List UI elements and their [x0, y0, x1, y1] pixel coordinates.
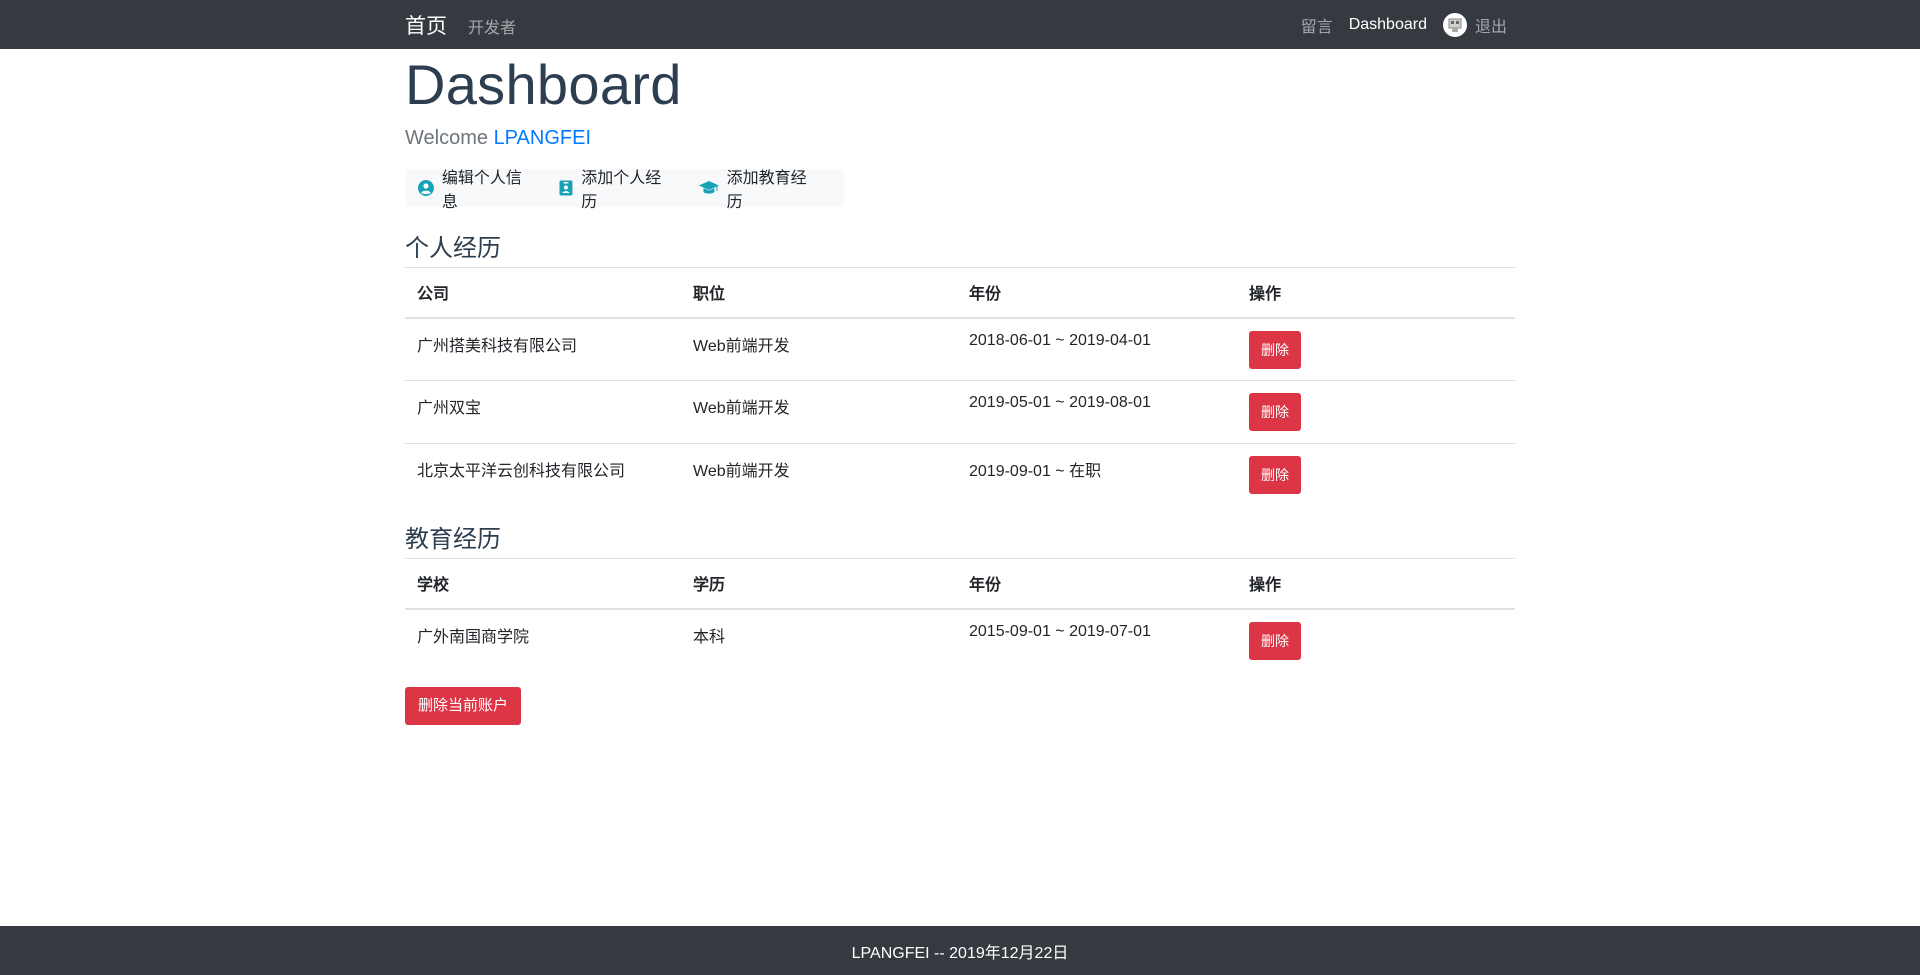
education-table-header: 学校 学历 年份 操作: [405, 558, 1515, 610]
welcome-text: Welcome LPANGFEI: [405, 127, 591, 150]
id-badge-icon: [559, 180, 573, 196]
education-section-title: 教育经历: [405, 526, 501, 553]
action-cell: 删除: [1237, 444, 1515, 507]
experience-section-title: 个人经历: [405, 235, 501, 262]
edit-profile-label: 编辑个人信息: [441, 170, 522, 211]
add-experience-label: 添加个人经历: [581, 170, 662, 211]
nav-right-group: 留言 Dashboard 退出: [1285, 0, 1515, 49]
nav-logout-link[interactable]: 退出: [1475, 13, 1507, 37]
delete-education-button[interactable]: 删除: [1249, 621, 1301, 660]
experience-table: 公司 职位 年份 操作 广州搭美科技有限公司 Web前端开发 2018-06-0…: [405, 267, 1515, 507]
delete-account-button[interactable]: 删除当前账户: [405, 687, 522, 725]
years-cell: 2019-09-01 ~ 在职: [969, 463, 1102, 480]
delete-experience-button[interactable]: 删除: [1249, 456, 1301, 494]
position-cell: Web前端开发: [681, 380, 957, 444]
company-cell: 北京太平洋云创科技有限公司: [417, 463, 626, 480]
years-cell: 2019-05-01 ~ 2019-08-01: [957, 380, 1237, 444]
navbar-inner: 首页 开发者 留言 Dashboard 退出: [405, 0, 1515, 49]
page-title: Dashboard: [405, 53, 682, 116]
user-circle-icon: [418, 180, 434, 196]
edit-profile-button[interactable]: 编辑个人信息: [418, 164, 537, 212]
welcome-username: LPANGFEI: [493, 127, 591, 149]
column-header-school: 学校: [405, 558, 681, 610]
company-cell: 广州双宝: [405, 380, 681, 444]
nav-developers-link[interactable]: 开发者: [468, 14, 516, 38]
nav-messages-link[interactable]: 留言: [1301, 13, 1333, 37]
column-header-years: 年份: [957, 267, 1237, 319]
page-footer: LPANGFEI -- 2019年12月22日: [0, 926, 1920, 975]
column-header-action: 操作: [1237, 267, 1515, 319]
degree-cell: 本科: [693, 628, 726, 646]
education-table: 学校 学历 年份 操作 广外南国商学院 本科 2015-09-01 ~ 2019…: [405, 558, 1515, 672]
table-row: 广州搭美科技有限公司 Web前端开发 2018-06-01 ~ 2019-04-…: [405, 317, 1515, 381]
footer-text: LPANGFEI -- 2019年12月22日: [851, 944, 1069, 962]
position-cell: Web前端开发: [681, 317, 957, 381]
column-header-years: 年份: [957, 558, 1237, 610]
position-cell: Web前端开发: [693, 463, 790, 480]
action-cell: 删除: [1237, 380, 1515, 444]
top-navbar: 首页 开发者 留言 Dashboard 退出: [0, 0, 1920, 49]
table-row: 北京太平洋云创科技有限公司 Web前端开发 2019-09-01 ~ 在职 删除: [405, 444, 1515, 507]
nav-home-link[interactable]: 首页: [405, 10, 447, 40]
delete-experience-button[interactable]: 删除: [1249, 330, 1301, 369]
years-cell: 2015-09-01 ~ 2019-07-01: [969, 622, 1151, 640]
add-experience-button[interactable]: 添加个人经历: [559, 164, 676, 212]
delete-experience-button[interactable]: 删除: [1249, 393, 1301, 431]
user-avatar-icon[interactable]: [1442, 12, 1467, 37]
graduation-cap-icon: [698, 181, 719, 194]
dashboard-actions: 编辑个人信息 添加个人经历 添加教育经历: [405, 169, 844, 211]
years-cell: 2018-06-01 ~ 2019-04-01: [957, 317, 1237, 381]
welcome-prefix: Welcome: [405, 127, 488, 149]
column-header-degree: 学历: [681, 558, 957, 610]
table-row: 广州双宝 Web前端开发 2019-05-01 ~ 2019-08-01 删除: [405, 380, 1515, 444]
table-row: 广外南国商学院 本科 2015-09-01 ~ 2019-07-01 删除: [405, 609, 1515, 672]
column-header-position: 职位: [681, 267, 957, 319]
action-cell: 删除: [1237, 317, 1515, 381]
action-cell: 删除: [1237, 609, 1515, 672]
nav-dashboard-link[interactable]: Dashboard: [1349, 16, 1427, 34]
add-education-button[interactable]: 添加教育经历: [698, 164, 822, 212]
experience-table-header: 公司 职位 年份 操作: [405, 267, 1515, 319]
add-education-label: 添加教育经历: [726, 170, 807, 211]
company-cell: 广州搭美科技有限公司: [405, 317, 681, 381]
school-cell: 广外南国商学院: [417, 628, 530, 646]
column-header-company: 公司: [405, 267, 681, 319]
column-header-action: 操作: [1237, 558, 1515, 610]
